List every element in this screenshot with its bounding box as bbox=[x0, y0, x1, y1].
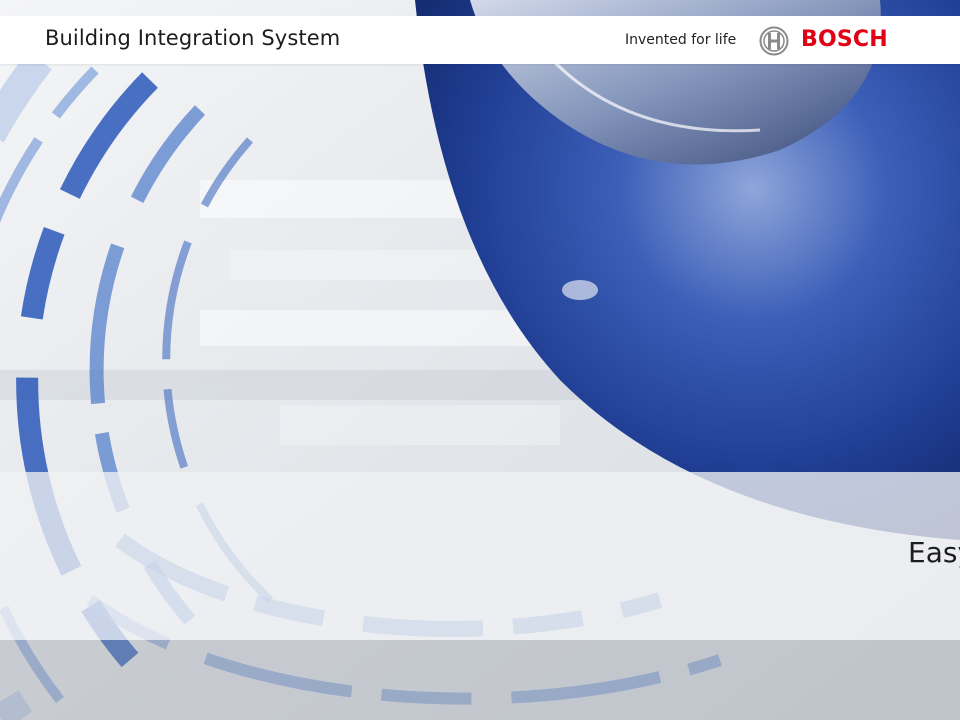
app-title: Building Integration System bbox=[45, 26, 341, 50]
bosch-armature-icon bbox=[759, 26, 789, 56]
splash-screen: Building Integration System Invented for… bbox=[0, 0, 960, 720]
header-bar: Building Integration System Invented for… bbox=[0, 16, 960, 64]
bottom-strip bbox=[0, 640, 960, 720]
brand-name: BOSCH bbox=[801, 27, 888, 52]
caption-text: Easy bbox=[908, 536, 960, 569]
brand-slogan: Invented for life bbox=[625, 32, 737, 48]
caption-band bbox=[0, 472, 960, 640]
